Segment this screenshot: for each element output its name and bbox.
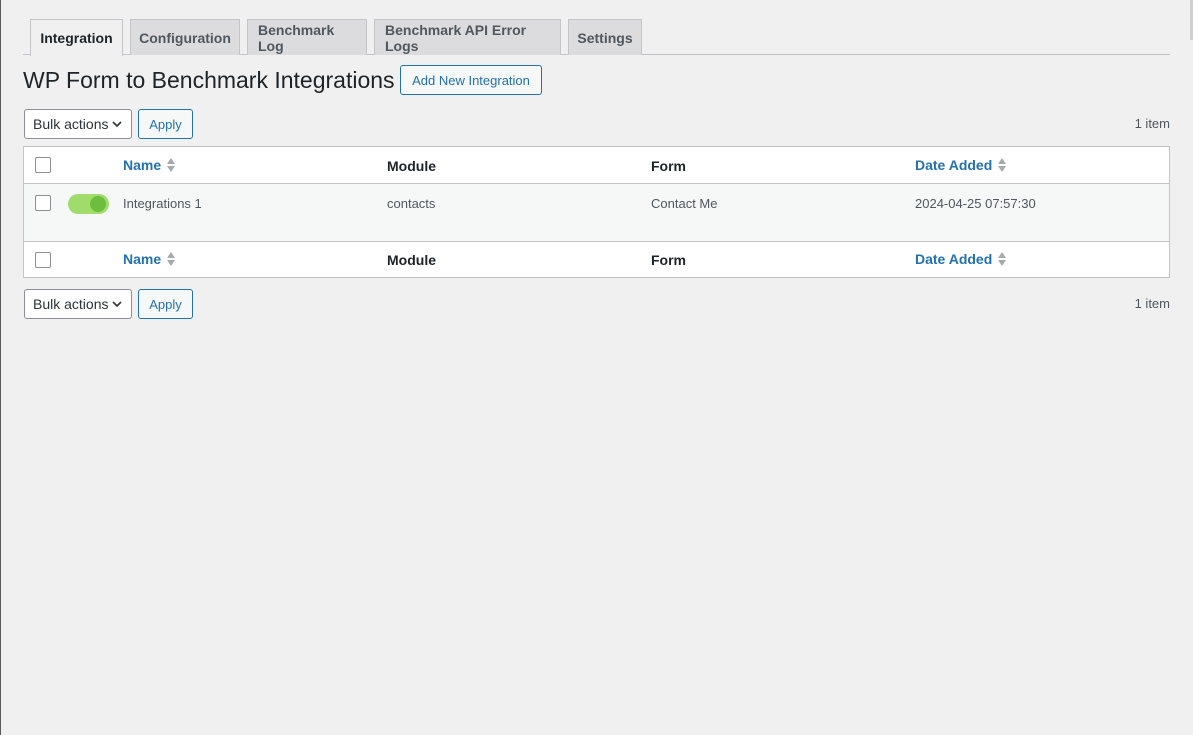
cell-module: contacts [387,196,436,211]
apply-button-bottom[interactable]: Apply [138,289,193,319]
integration-status-toggle[interactable] [68,194,109,214]
column-footer-name: Name [123,251,162,267]
item-count-top: 1 item [1134,116,1170,131]
table-header-row: Name Module Form Date Added [24,147,1169,184]
cell-name[interactable]: Integrations 1 [123,196,202,211]
column-header-name: Name [123,157,162,173]
tab-integration[interactable]: Integration [30,19,123,56]
column-header-form: Form [651,158,686,174]
column-date-added-sort[interactable]: Date Added [915,157,1007,173]
select-all-checkbox-footer[interactable] [35,252,51,268]
tab-label: Configuration [139,29,231,46]
tab-label: Integration [40,30,113,46]
column-header-date-added: Date Added [915,157,993,173]
tab-label: Benchmark Log [258,21,335,54]
tab-label: Benchmark API Error Logs [385,21,527,54]
sort-arrows-icon [997,157,1007,173]
add-new-integration-button[interactable]: Add New Integration [400,65,542,95]
cell-form: Contact Me [651,196,718,211]
column-footer-module: Module [387,252,436,268]
nav-tab-wrapper: Integration Configuration Benchmark Log … [23,19,1170,56]
sort-arrows-icon [166,251,176,267]
chevron-down-icon [112,121,122,128]
item-count-bottom: 1 item [1134,296,1170,311]
sort-arrows-icon [166,157,176,173]
table-row: Integrations 1 contacts Contact Me 2024-… [24,184,1169,242]
cell-date-added: 2024-04-25 07:57:30 [915,196,1036,211]
page-title: WP Form to Benchmark Integrations [23,67,395,93]
chevron-down-icon [112,301,122,308]
bulk-actions-select-top[interactable]: Bulk actions [24,109,132,139]
tab-benchmark-api-error-logs[interactable]: Benchmark API Error Logs [374,19,561,55]
tab-configuration[interactable]: Configuration [130,19,240,55]
sort-arrows-icon [997,251,1007,267]
table-footer-row: Name Module Form Date Added [24,242,1169,278]
integrations-table: Name Module Form Date Added Integrations… [23,146,1170,278]
column-name-sort-footer[interactable]: Name [123,251,176,267]
column-date-added-sort-footer[interactable]: Date Added [915,251,1007,267]
apply-button-top[interactable]: Apply [138,109,193,139]
column-footer-date-added: Date Added [915,251,993,267]
bulk-actions-select-bottom[interactable]: Bulk actions [24,289,132,319]
column-name-sort[interactable]: Name [123,157,176,173]
column-header-module: Module [387,158,436,174]
tab-benchmark-log[interactable]: Benchmark Log [247,19,367,55]
window-left-edge [0,0,1,735]
bulk-actions-label: Bulk actions [33,296,109,312]
bulk-actions-label: Bulk actions [33,116,109,132]
toggle-knob [90,196,106,212]
select-all-checkbox[interactable] [35,157,51,173]
column-footer-form: Form [651,252,686,268]
tab-label: Settings [577,29,633,46]
tab-settings[interactable]: Settings [568,19,642,55]
row-checkbox[interactable] [35,195,51,211]
